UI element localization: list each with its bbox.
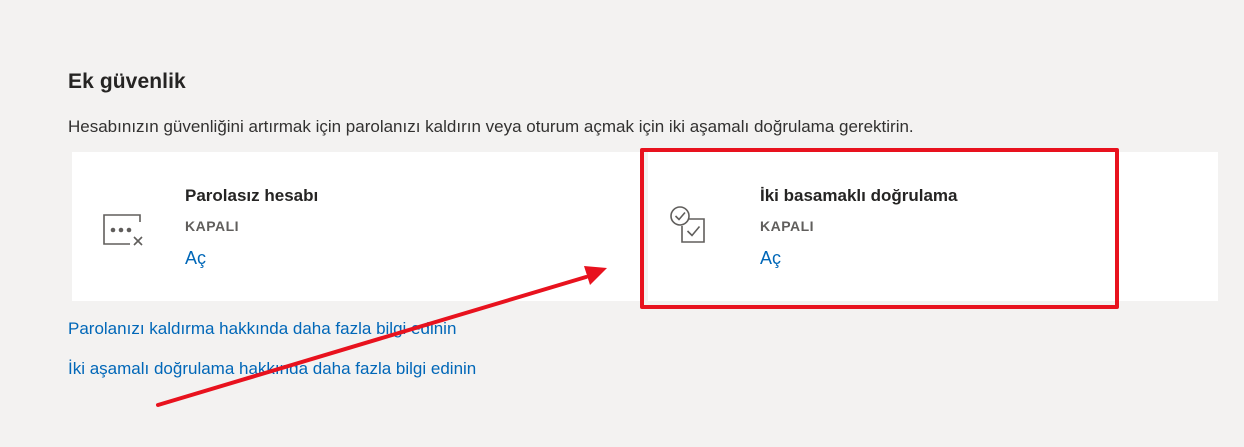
two-step-checkmarks-icon <box>666 202 714 250</box>
two-step-enable-link[interactable]: Aç <box>760 248 781 269</box>
two-step-title: İki basamaklı doğrulama <box>760 186 958 205</box>
two-step-status: KAPALI <box>760 218 815 234</box>
passwordless-title: Parolasız hesabı <box>185 186 319 205</box>
passwordless-status: KAPALI <box>185 218 240 234</box>
section-description: Hesabınızın güvenliğini artırmak için pa… <box>68 117 914 136</box>
two-step-info-link[interactable]: İki aşamalı doğrulama hakkında daha fazl… <box>68 359 476 379</box>
section-title: Ek güvenlik <box>68 70 186 93</box>
two-step-card: İki basamaklı doğrulama KAPALI Aç <box>648 152 1218 301</box>
passwordless-info-link[interactable]: Parolanızı kaldırma hakkında daha fazla … <box>68 319 456 339</box>
passwordless-card: Parolasız hesabı KAPALI Aç <box>72 152 642 301</box>
security-cards: Parolasız hesabı KAPALI Aç İki basamaklı… <box>72 152 1218 301</box>
passwordless-enable-link[interactable]: Aç <box>185 248 206 269</box>
password-dots-x-icon <box>100 202 148 250</box>
